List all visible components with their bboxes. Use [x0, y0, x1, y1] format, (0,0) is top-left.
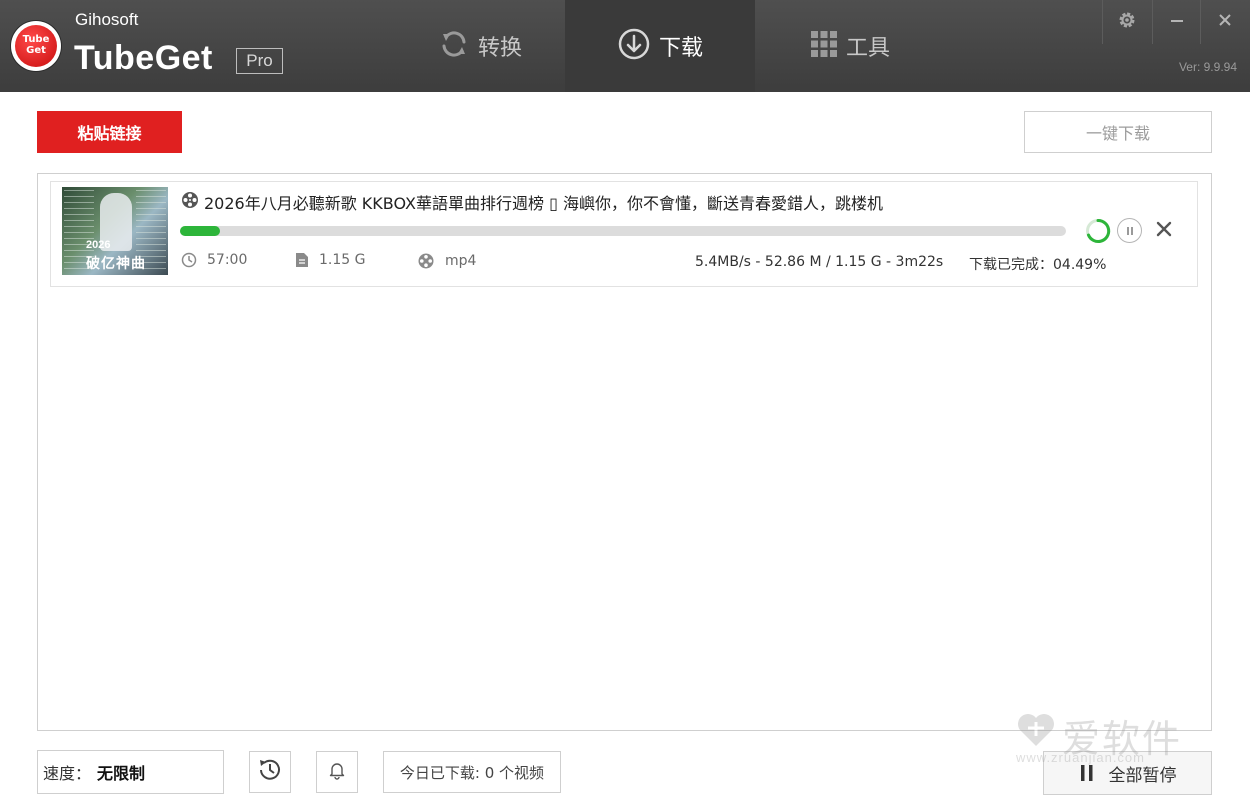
progress-bar [180, 226, 1066, 236]
version-label: Ver: 9.9.94 [1178, 60, 1237, 74]
history-button[interactable] [249, 751, 291, 793]
size-info: 1.15 G [295, 252, 365, 268]
app-logo: Tube Get [11, 21, 61, 71]
close-icon [1217, 12, 1233, 32]
thumbnail-caption: 破亿神曲 [86, 256, 146, 272]
thumbnail-year: 2026 [86, 239, 111, 251]
tab-tools-label: 工具 [845, 36, 890, 61]
format-value: mp4 [445, 253, 477, 269]
pause-all-button[interactable]: 全部暂停 [1043, 751, 1212, 795]
close-icon [1155, 221, 1173, 242]
duration-info: 57:00 [181, 252, 247, 268]
notification-button[interactable] [316, 751, 358, 793]
size-value: 1.15 G [319, 252, 366, 268]
loading-spinner-icon [1085, 218, 1111, 248]
tab-convert-label: 转换 [477, 36, 522, 61]
clock-icon [181, 252, 197, 268]
download-progress-text: 下载已完成：04.49% [969, 257, 1107, 273]
film-reel-icon [417, 252, 435, 270]
logo-text-line1: Tube [22, 34, 50, 45]
duration-value: 57:00 [207, 252, 248, 268]
speed-value: 无限制 [97, 764, 146, 783]
download-stats: 5.4MB/s - 52.86 M / 1.15 G - 3m22s [695, 254, 944, 270]
minimize-icon [1169, 12, 1185, 32]
remove-item-button[interactable] [1155, 220, 1173, 242]
download-circle-icon [617, 27, 651, 65]
tab-download[interactable]: 下载 [565, 0, 755, 92]
paste-link-button[interactable]: 粘贴链接 [37, 111, 182, 153]
gear-icon [1117, 10, 1137, 34]
title-bar: Tube Get Gihosoft TubeGet Pro 转换 下载 工具 V… [0, 0, 1250, 92]
format-info: mp4 [417, 252, 476, 270]
film-reel-icon [181, 191, 199, 213]
video-thumbnail: 2026 破亿神曲 [62, 187, 168, 275]
history-icon [256, 756, 284, 788]
logo-badge: Tube Get [15, 25, 57, 67]
minimize-button[interactable] [1152, 0, 1200, 44]
tab-tools[interactable]: 工具 [765, 0, 935, 92]
pause-icon [1125, 221, 1135, 240]
edition-badge: Pro [236, 48, 283, 74]
one-click-download-button[interactable]: 一键下载 [1024, 111, 1212, 153]
grid-icon [810, 30, 838, 62]
download-item[interactable]: 2026 破亿神曲 2026年八月必聽新歌 KKBOX華語單曲排行週榜 ▯ 海嶼… [50, 181, 1198, 287]
pause-all-label: 全部暂停 [1108, 765, 1177, 786]
file-icon [295, 252, 309, 268]
brand-company: Gihosoft [75, 10, 139, 29]
video-title: 2026年八月必聽新歌 KKBOX華語單曲排行週榜 ▯ 海嶼你，你不會懂，斷送青… [204, 194, 883, 213]
pause-item-button[interactable] [1117, 218, 1142, 243]
speed-limit-selector[interactable]: 速度： 无限制 [37, 750, 224, 794]
today-download-count: 今日已下载: 0 个视频 [383, 751, 561, 793]
logo-text-line2: Get [26, 45, 46, 56]
bell-icon [327, 760, 347, 784]
pause-icon [1079, 764, 1095, 782]
brand-product: TubeGet [74, 39, 213, 77]
close-window-button[interactable] [1200, 0, 1248, 44]
tab-download-label: 下载 [658, 36, 703, 61]
progress-fill [180, 226, 220, 236]
download-list: 2026 破亿神曲 2026年八月必聽新歌 KKBOX華語單曲排行週榜 ▯ 海嶼… [37, 173, 1212, 731]
refresh-icon [438, 28, 470, 64]
speed-label: 速度： [43, 764, 92, 783]
tab-convert[interactable]: 转换 [395, 0, 565, 92]
settings-button[interactable] [1102, 0, 1150, 44]
